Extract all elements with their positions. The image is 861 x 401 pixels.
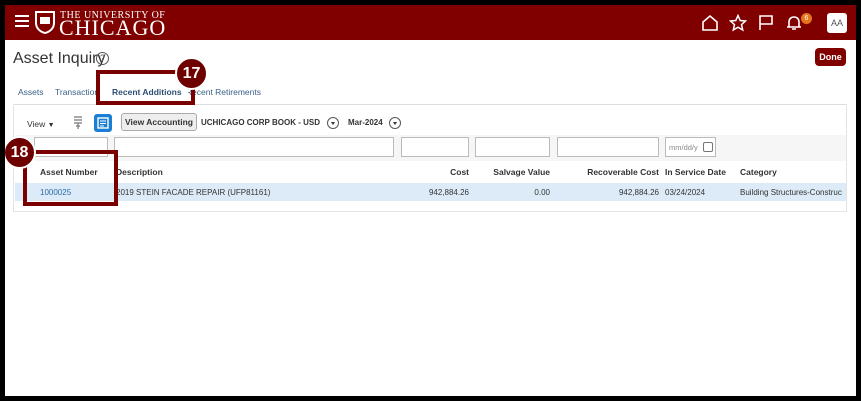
salvage-value-cell: 0.00: [534, 188, 550, 197]
period-dropdown-icon[interactable]: [389, 117, 401, 129]
column-header-in-service-date[interactable]: In Service Date: [665, 167, 726, 177]
column-header-category[interactable]: Category: [740, 167, 777, 177]
tab-recent-retirements-label: Recent Retirements: [188, 87, 261, 97]
page-title: Asset Inquiry: [13, 50, 106, 67]
tab-transactions[interactable]: Transactions: [55, 87, 100, 97]
view-menu-label: View: [27, 119, 46, 129]
detach-icon: [97, 117, 109, 129]
filter-salvage-value[interactable]: [475, 137, 550, 157]
university-shield-icon: [35, 11, 55, 34]
user-avatar[interactable]: AA: [827, 13, 847, 33]
menu-icon[interactable]: [15, 15, 29, 29]
top-navigation-bar: THE UNIVERSITY OF CHICAGO 6 AA: [5, 5, 856, 40]
caret-down-icon: ▼: [47, 122, 55, 129]
description-cell: 2019 STEIN FACADE REPAIR (UFP81161): [116, 188, 271, 197]
filter-cost[interactable]: [401, 137, 469, 157]
calendar-icon[interactable]: [703, 142, 713, 152]
column-header-cost[interactable]: Cost: [395, 167, 469, 177]
category-cell: Building Structures-Construc: [740, 188, 842, 197]
tab-assets[interactable]: Assets: [18, 87, 44, 97]
home-icon[interactable]: [701, 14, 719, 32]
callout-18-highlight: [23, 150, 118, 206]
column-header-salvage-value[interactable]: Salvage Value: [471, 167, 550, 177]
cost-cell: 942,884.26: [428, 188, 469, 197]
date-placeholder: mm/dd/y: [669, 143, 698, 152]
period-selector-value: Mar-2024: [348, 118, 383, 127]
book-dropdown-icon[interactable]: [327, 117, 339, 129]
logo-text-main: CHICAGO: [59, 15, 167, 40]
in-service-date-cell: 03/24/2024: [665, 188, 706, 197]
flag-icon[interactable]: [757, 14, 775, 32]
column-header-description[interactable]: Description: [116, 167, 163, 177]
book-selector-value: UCHICAGO CORP BOOK - USD: [201, 118, 320, 127]
notification-badge: 6: [801, 13, 812, 24]
view-accounting-button[interactable]: View Accounting: [121, 113, 197, 131]
filter-recoverable-cost[interactable]: [557, 137, 659, 157]
recoverable-cost-cell: 942,884.26: [618, 188, 659, 197]
app-window: THE UNIVERSITY OF CHICAGO 6 AA Asset Inq…: [5, 5, 856, 396]
freeze-columns-icon[interactable]: [72, 116, 84, 130]
detach-button[interactable]: [94, 114, 112, 132]
callout-17-badge: 17: [175, 57, 208, 90]
filter-description[interactable]: [114, 137, 394, 157]
view-menu[interactable]: View ▼: [27, 119, 55, 129]
done-button[interactable]: Done: [815, 48, 846, 66]
column-header-recoverable-cost[interactable]: Recoverable Cost: [553, 167, 659, 177]
tab-recent-retirements[interactable]: Recent Retirements: [188, 87, 261, 99]
star-icon[interactable]: [729, 14, 747, 32]
filter-in-service-date[interactable]: mm/dd/y: [665, 137, 716, 157]
help-icon[interactable]: ?: [96, 52, 109, 65]
